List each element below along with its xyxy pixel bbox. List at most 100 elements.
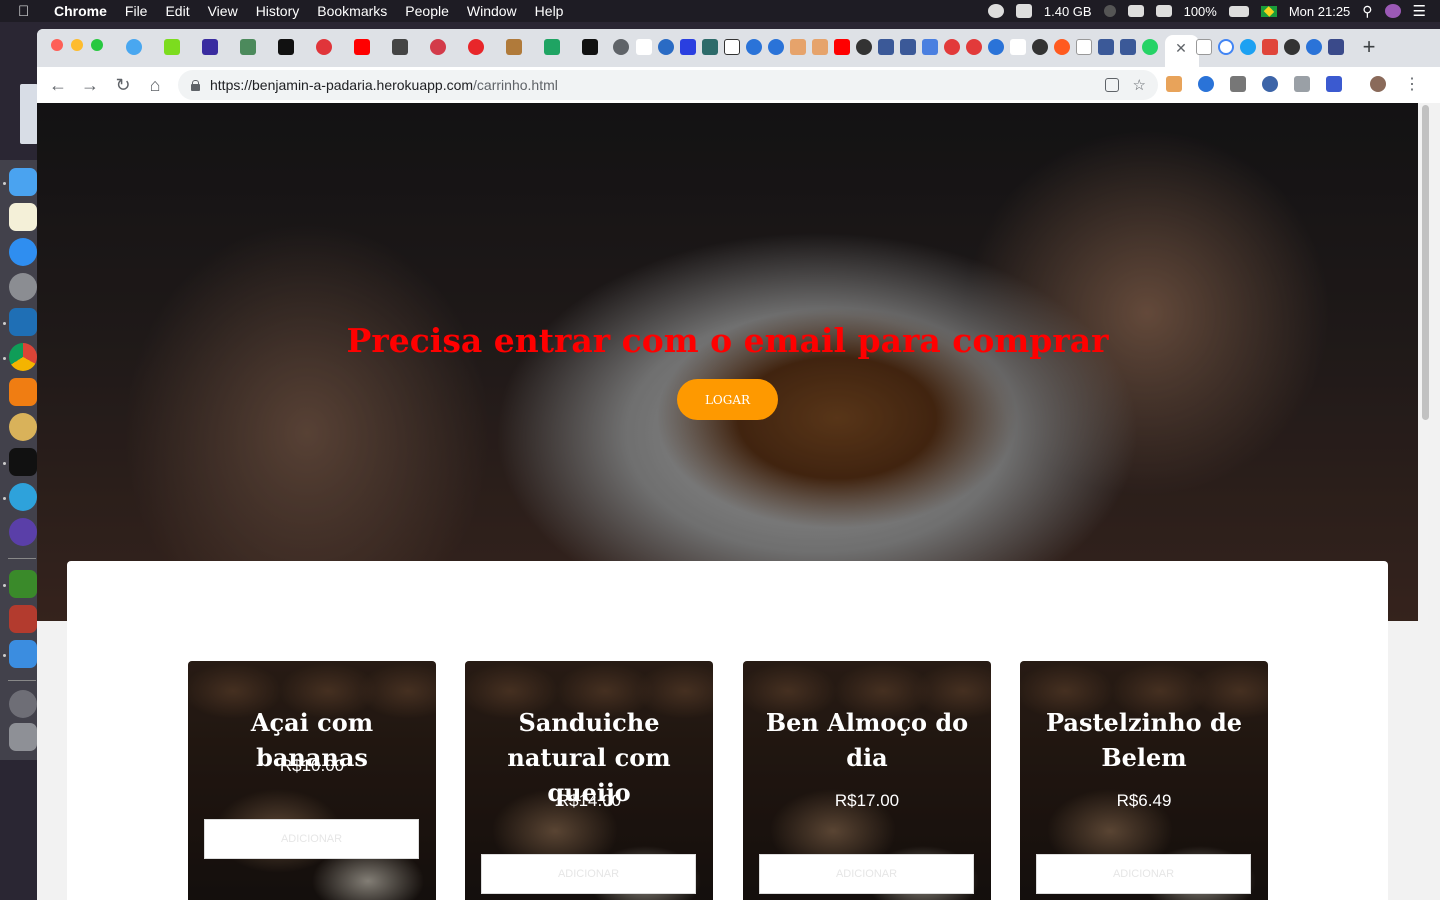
bluetooth-icon[interactable]: [1103, 5, 1116, 17]
github-favicon-icon[interactable]: [1284, 39, 1300, 55]
medium-favicon-icon[interactable]: [636, 39, 652, 55]
tab-favicon-icon[interactable]: [430, 39, 446, 55]
menu-history[interactable]: History: [256, 3, 300, 19]
notes-icon[interactable]: [9, 203, 37, 231]
tab-favicon-icon[interactable]: [392, 39, 408, 55]
menu-window[interactable]: Window: [467, 3, 517, 19]
battery-icon[interactable]: [1228, 5, 1249, 17]
tab-favicon-icon[interactable]: [1306, 39, 1322, 55]
maximize-window-icon[interactable]: [91, 39, 103, 51]
tab-favicon-icon[interactable]: [680, 39, 696, 55]
youtube-favicon-icon[interactable]: [354, 39, 370, 55]
add-to-cart-button[interactable]: ADICIONAR: [759, 854, 974, 894]
vlc-icon[interactable]: [9, 378, 37, 406]
extension-icon[interactable]: [1294, 76, 1310, 92]
new-tab-button[interactable]: +: [1357, 36, 1381, 60]
menubar-clock[interactable]: Mon 21:25: [1289, 4, 1350, 19]
tab-favicon-icon[interactable]: [944, 39, 960, 55]
lock-icon[interactable]: [190, 79, 200, 91]
input-source-flag-icon[interactable]: [1260, 5, 1277, 17]
open-sign-app-icon[interactable]: [9, 570, 37, 598]
extension-icon[interactable]: [1198, 76, 1214, 92]
terminal-icon[interactable]: [9, 448, 37, 476]
bookmark-extension-icon[interactable]: [1326, 76, 1342, 92]
notification-center-icon[interactable]: ☰: [1413, 2, 1426, 20]
tab-favicon-icon[interactable]: [966, 39, 982, 55]
page-scrollbar-thumb[interactable]: [1422, 105, 1429, 420]
chrome-menu-icon[interactable]: ⋮: [1400, 73, 1424, 97]
bookmark-star-icon[interactable]: ☆: [1133, 76, 1146, 94]
tab-favicon-icon[interactable]: [746, 39, 762, 55]
database-icon[interactable]: [9, 413, 37, 441]
app-store-icon[interactable]: [9, 238, 37, 266]
extension-icon[interactable]: [1262, 76, 1278, 92]
tab-favicon-icon[interactable]: [316, 39, 332, 55]
keynote-icon[interactable]: [9, 640, 37, 668]
memory-indicator[interactable]: 1.40 GB: [1044, 4, 1092, 19]
login-button[interactable]: LOGAR: [677, 379, 778, 420]
github-favicon-icon[interactable]: [856, 39, 872, 55]
tab-favicon-icon[interactable]: [582, 39, 598, 55]
google-favicon-icon[interactable]: [1218, 39, 1234, 55]
volume-icon[interactable]: [1155, 5, 1172, 17]
tab-favicon-icon[interactable]: [658, 39, 674, 55]
siri-icon[interactable]: [1384, 4, 1401, 18]
tab-close-icon[interactable]: ✕: [1171, 38, 1191, 58]
firefox-dev-icon[interactable]: [9, 518, 37, 546]
tab-favicon-icon[interactable]: [988, 39, 1004, 55]
menu-help[interactable]: Help: [535, 3, 564, 19]
profile-avatar[interactable]: [1370, 76, 1386, 92]
tab-favicon-icon[interactable]: [240, 39, 256, 55]
youtube-favicon-icon[interactable]: [834, 39, 850, 55]
add-to-cart-button[interactable]: ADICIONAR: [481, 854, 696, 894]
document-favicon-icon[interactable]: [1076, 39, 1092, 55]
gmail-favicon-icon[interactable]: [1262, 39, 1278, 55]
document-favicon-icon[interactable]: [1196, 39, 1212, 55]
tab-favicon-icon[interactable]: [768, 39, 784, 55]
apple-menu-icon[interactable]: : [18, 3, 36, 20]
tab-favicon-icon[interactable]: [812, 39, 828, 55]
chrome-icon[interactable]: [9, 343, 37, 371]
extension-icon[interactable]: [1166, 76, 1182, 92]
address-bar[interactable]: https://benjamin-a-padaria.herokuapp.com…: [178, 70, 1158, 100]
twitter-favicon-icon[interactable]: [1240, 39, 1256, 55]
add-to-cart-button[interactable]: ADICIONAR: [204, 819, 419, 859]
back-arrow-icon[interactable]: ←: [46, 73, 70, 97]
desktop-file-icon[interactable]: [20, 84, 38, 144]
extension-icon[interactable]: [1230, 76, 1246, 92]
creative-cloud-icon[interactable]: [987, 4, 1004, 18]
docker-icon[interactable]: [1015, 4, 1032, 18]
google-drive-favicon-icon[interactable]: [544, 39, 560, 55]
facebook-favicon-icon[interactable]: [900, 39, 916, 55]
menu-view[interactable]: View: [208, 3, 238, 19]
tab-favicon-icon[interactable]: [202, 39, 218, 55]
tab-favicon-icon[interactable]: [278, 39, 294, 55]
translate-icon[interactable]: [1104, 78, 1119, 92]
forward-arrow-icon[interactable]: →: [78, 73, 102, 97]
add-to-cart-button[interactable]: ADICIONAR: [1036, 854, 1251, 894]
wifi-icon[interactable]: [1127, 5, 1144, 17]
photo-booth-icon[interactable]: [9, 605, 37, 633]
tab-favicon-icon[interactable]: [613, 39, 629, 55]
tab-favicon-icon[interactable]: [1328, 39, 1344, 55]
system-preferences-icon[interactable]: [9, 273, 37, 301]
menu-edit[interactable]: Edit: [165, 3, 189, 19]
battery-percent[interactable]: 100%: [1184, 4, 1217, 19]
tab-favicon-icon[interactable]: [1054, 39, 1070, 55]
finder-icon[interactable]: [9, 168, 37, 196]
tab-favicon-icon[interactable]: [790, 39, 806, 55]
menu-app-name[interactable]: Chrome: [54, 3, 107, 19]
menu-file[interactable]: File: [125, 3, 148, 19]
reload-icon[interactable]: ↻: [111, 73, 135, 97]
tab-favicon-icon[interactable]: [164, 39, 180, 55]
facebook-favicon-icon[interactable]: [1120, 39, 1136, 55]
menu-bookmarks[interactable]: Bookmarks: [317, 3, 387, 19]
tab-favicon-icon[interactable]: [126, 39, 142, 55]
help-icon[interactable]: [9, 690, 37, 718]
tab-favicon-icon[interactable]: [468, 39, 484, 55]
whatsapp-favicon-icon[interactable]: [1142, 39, 1158, 55]
tab-favicon-icon[interactable]: [724, 39, 740, 55]
menu-people[interactable]: People: [405, 3, 449, 19]
vscode-icon[interactable]: [9, 308, 37, 336]
facebook-favicon-icon[interactable]: [1098, 39, 1114, 55]
